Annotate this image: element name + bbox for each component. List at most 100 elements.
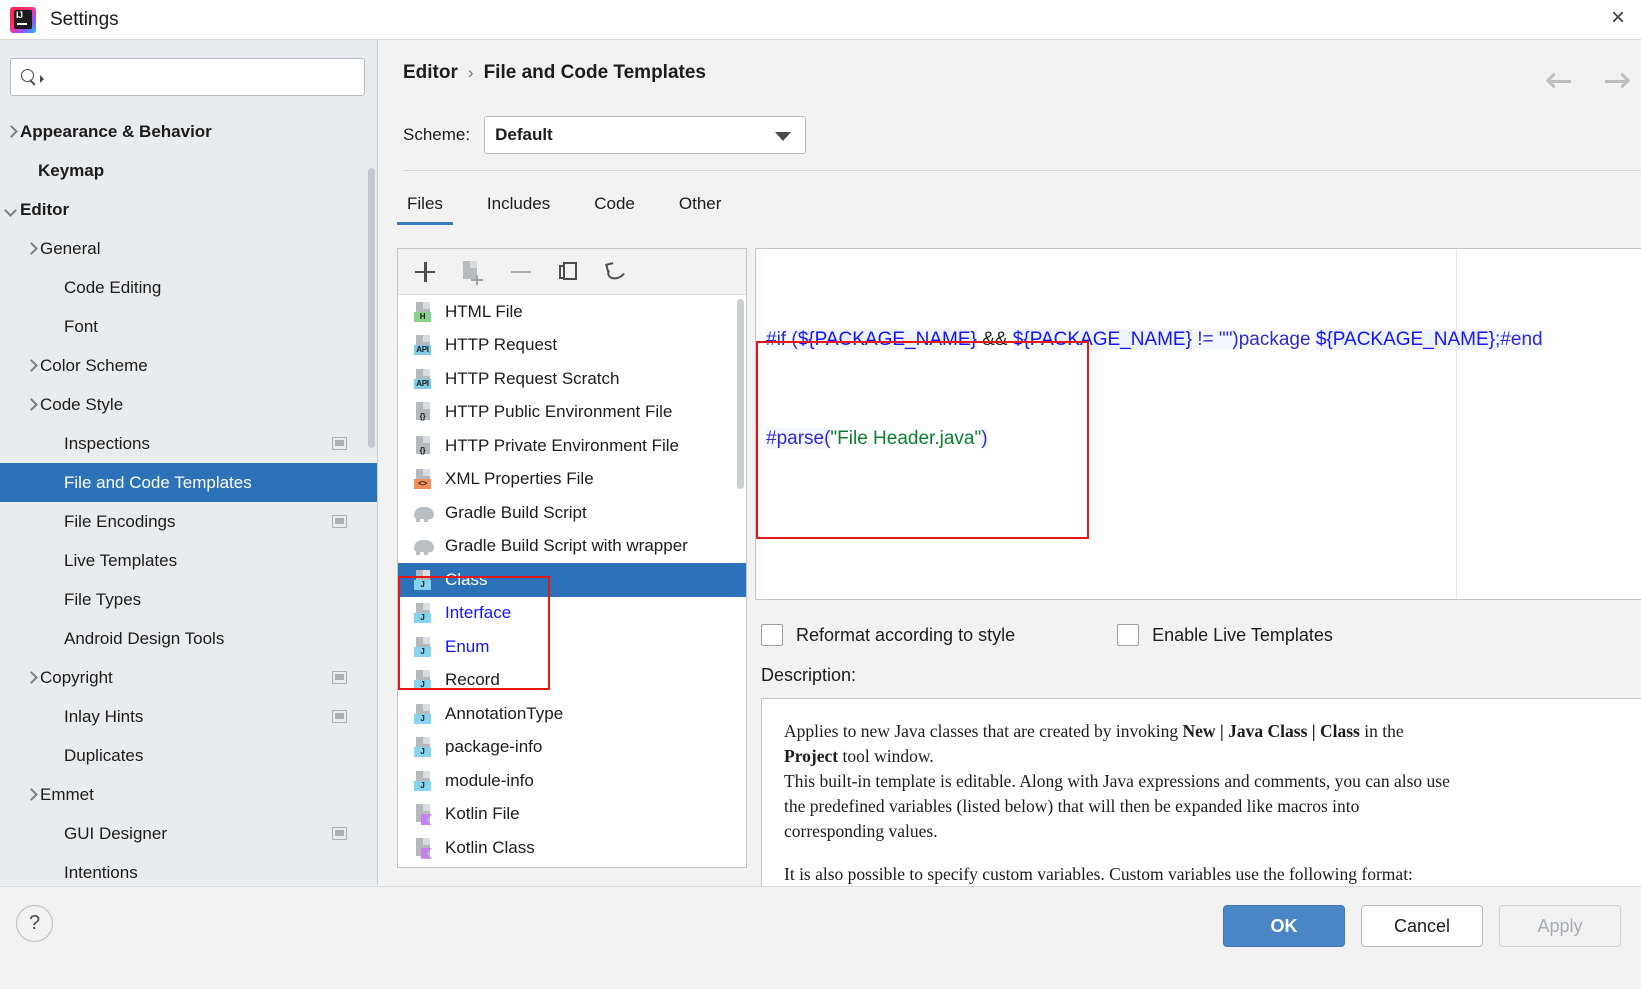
sidebar-item-android-design-tools[interactable]: Android Design Tools	[0, 619, 377, 658]
tab-files[interactable]: Files	[397, 188, 453, 225]
reformat-label: Reformat according to style	[796, 624, 1016, 645]
http-env-icon: {}	[412, 400, 436, 424]
sidebar-item-inlay-hints[interactable]: Inlay Hints	[0, 697, 377, 736]
title-bar: IJ Settings ×	[0, 0, 1641, 40]
chevron-right-icon[interactable]	[22, 357, 40, 375]
cancel-button[interactable]: Cancel	[1361, 905, 1483, 947]
sidebar-item-duplicates[interactable]: Duplicates	[0, 736, 377, 775]
template-list-item[interactable]: Gradle Build Script	[398, 496, 746, 530]
reset-template-button[interactable]	[604, 259, 630, 285]
template-list-item[interactable]: Kotlin Class	[398, 831, 746, 865]
chevron-right-icon[interactable]	[22, 669, 40, 687]
template-list-item[interactable]: J Enum	[398, 630, 746, 664]
sidebar-item-label: Keymap	[38, 160, 105, 180]
template-list-item[interactable]: Gradle Build Script with wrapper	[398, 530, 746, 564]
template-item-label: HTTP Private Environment File	[445, 435, 679, 455]
settings-dialog: IJ Settings × Appearance & Behavior Keyma…	[0, 0, 1641, 989]
sidebar-item-copyright[interactable]: Copyright	[0, 658, 377, 697]
reformat-according-to-style-checkbox[interactable]: Reformat according to style	[761, 624, 1015, 646]
template-list-item[interactable]: <> XML Properties File	[398, 463, 746, 497]
sidebar-item-general[interactable]: General	[0, 229, 377, 268]
kotlin-file-icon	[412, 836, 436, 860]
template-list-item[interactable]: Kotlin File	[398, 798, 746, 832]
chevron-right-icon[interactable]	[2, 123, 20, 141]
sidebar-item-code-style[interactable]: Code Style	[0, 385, 377, 424]
sidebar-item-label: Android Design Tools	[64, 628, 225, 648]
java-file-icon: J	[412, 568, 436, 592]
sidebar-item-color-scheme[interactable]: Color Scheme	[0, 346, 377, 385]
apply-button[interactable]: Apply	[1499, 905, 1621, 947]
template-list-item[interactable]: Jpackage-info	[398, 731, 746, 765]
template-list-item[interactable]: J Interface	[398, 597, 746, 631]
template-list-scrollbar[interactable]	[737, 299, 744, 489]
sidebar-item-intentions[interactable]: Intentions	[0, 853, 377, 885]
template-item-label: HTML File	[445, 301, 523, 321]
ok-button[interactable]: OK	[1223, 905, 1345, 947]
remove-template-button[interactable]	[508, 259, 534, 285]
description-paragraph-3: This built-in template is editable. Alon…	[784, 771, 1450, 791]
chevron-down-icon[interactable]	[2, 201, 20, 219]
template-item-label: Enum	[445, 636, 490, 656]
breadcrumb-parent[interactable]: Editor	[403, 62, 458, 84]
sidebar-item-label: Intentions	[64, 862, 138, 882]
search-box[interactable]	[10, 58, 365, 96]
template-list-item[interactable]: {} HTTP Public Environment File	[398, 396, 746, 430]
template-editor[interactable]: #if (${PACKAGE_NAME} && ${PACKAGE_NAME} …	[755, 248, 1641, 600]
checkbox-box[interactable]	[761, 624, 783, 646]
scheme-dropdown[interactable]: Default	[484, 116, 807, 154]
sidebar-item-editor[interactable]: Editor	[0, 190, 377, 229]
template-list-item[interactable]: J AnnotationType	[398, 697, 746, 731]
template-item-label: Kotlin Class	[445, 837, 535, 857]
checkbox-box[interactable]	[1117, 624, 1140, 646]
template-list-item[interactable]: J Record	[398, 664, 746, 698]
add-template-button[interactable]	[412, 259, 438, 285]
tab-other[interactable]: Other	[675, 188, 726, 225]
chevron-right-icon[interactable]	[22, 240, 40, 258]
template-list-item[interactable]: J Class	[398, 563, 746, 597]
sidebar-item-label: Duplicates	[64, 745, 144, 765]
enable-live-templates-checkbox[interactable]: Enable Live Templates	[1117, 624, 1333, 646]
breadcrumb: Editor › File and Code Templates	[403, 62, 706, 84]
java-file-icon: J	[412, 769, 436, 793]
description-panel: Applies to new Java classes that are cre…	[761, 698, 1641, 888]
chevron-right-icon[interactable]	[22, 396, 40, 414]
add-child-template-button[interactable]	[460, 259, 486, 285]
template-list-item[interactable]: API HTTP Request	[398, 329, 746, 363]
sidebar-item-gui-designer[interactable]: GUI Designer	[0, 814, 377, 853]
template-item-label: module-info	[445, 770, 534, 790]
sidebar-item-keymap[interactable]: Keymap	[0, 151, 377, 190]
search-input[interactable]	[48, 67, 356, 87]
template-list: H HTML File API HTTP Request API HTTP Request…	[398, 295, 746, 867]
tab-includes[interactable]: Includes	[483, 188, 554, 225]
forward-arrow-icon[interactable]	[1603, 70, 1631, 92]
back-arrow-icon[interactable]	[1545, 70, 1573, 92]
sidebar-scrollbar[interactable]	[368, 168, 375, 448]
sidebar-item-label: Inspections	[64, 433, 150, 453]
sidebar-item-file-and-code-templates[interactable]: File and Code Templates	[0, 463, 377, 502]
template-item-label: Interface	[445, 603, 512, 623]
tab-code[interactable]: Code	[590, 188, 639, 225]
copy-template-button[interactable]	[556, 259, 582, 285]
sidebar-item-live-templates[interactable]: Live Templates	[0, 541, 377, 580]
sidebar-item-code-editing[interactable]: Code Editing	[0, 268, 377, 307]
sidebar-item-file-encodings[interactable]: File Encodings	[0, 502, 377, 541]
sidebar-item-font[interactable]: Font	[0, 307, 377, 346]
dialog-footer: ? OK Cancel Apply	[0, 886, 1641, 989]
sidebar-item-emmet[interactable]: Emmet	[0, 775, 377, 814]
template-list-item[interactable]: API HTTP Request Scratch	[398, 362, 746, 396]
sidebar-item-file-types[interactable]: File Types	[0, 580, 377, 619]
sidebar-item-label: Inlay Hints	[64, 706, 144, 726]
template-list-item[interactable]: H HTML File	[398, 295, 746, 329]
template-item-label: HTTP Request	[445, 335, 558, 355]
sidebar-item-appearance-behavior[interactable]: Appearance & Behavior	[0, 112, 377, 151]
help-button[interactable]: ?	[16, 905, 53, 942]
sidebar-item-inspections[interactable]: Inspections	[0, 424, 377, 463]
close-icon[interactable]: ×	[1603, 4, 1633, 32]
template-list-item[interactable]: Jmodule-info	[398, 764, 746, 798]
project-scope-icon	[332, 514, 347, 528]
template-list-item[interactable]: {} HTTP Private Environment File	[398, 429, 746, 463]
chevron-right-icon[interactable]	[22, 786, 40, 804]
